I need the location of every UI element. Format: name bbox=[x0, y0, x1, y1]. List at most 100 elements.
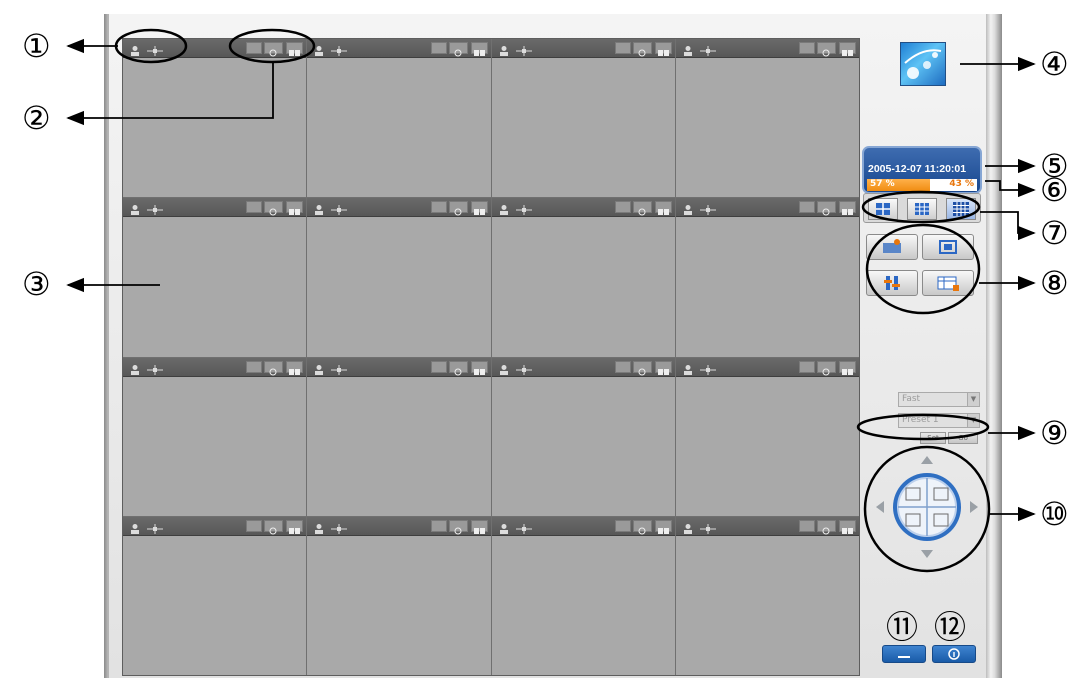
ptz-preset-select[interactable]: Preset 1 ▼ bbox=[898, 413, 980, 428]
ptz-arrows-icon[interactable] bbox=[330, 201, 348, 216]
status-icon[interactable] bbox=[246, 42, 263, 54]
status-icon[interactable] bbox=[430, 201, 447, 214]
split-view-icon[interactable] bbox=[654, 519, 672, 534]
status-icon[interactable] bbox=[246, 360, 263, 373]
ptz-arrows-icon[interactable] bbox=[146, 201, 164, 216]
settings-button[interactable] bbox=[866, 270, 918, 296]
person-icon[interactable] bbox=[129, 361, 141, 375]
status-icon[interactable] bbox=[246, 201, 263, 214]
status-icon[interactable] bbox=[430, 42, 447, 54]
person-icon[interactable] bbox=[498, 361, 510, 375]
ptz-arrows-icon[interactable] bbox=[330, 42, 348, 56]
person-icon[interactable] bbox=[682, 361, 694, 375]
split-view-icon[interactable] bbox=[839, 42, 856, 56]
capture-icon[interactable] bbox=[264, 360, 284, 375]
ptz-speed-select[interactable]: Fast ▼ bbox=[898, 392, 980, 407]
ptz-arrows-icon[interactable] bbox=[330, 361, 348, 375]
split-view-icon[interactable] bbox=[470, 42, 488, 56]
status-icon[interactable] bbox=[246, 519, 263, 532]
camera-view[interactable] bbox=[675, 198, 859, 357]
capture-icon[interactable] bbox=[448, 360, 468, 375]
ptz-arrows-icon[interactable] bbox=[699, 520, 717, 534]
record-button[interactable] bbox=[866, 234, 918, 260]
layout-16-button[interactable] bbox=[946, 198, 976, 220]
capture-icon[interactable] bbox=[817, 519, 836, 535]
camera-view[interactable] bbox=[675, 357, 859, 516]
camera-view[interactable] bbox=[307, 198, 491, 357]
camera-view[interactable] bbox=[675, 516, 859, 675]
person-icon[interactable] bbox=[682, 520, 694, 534]
split-view-icon[interactable] bbox=[839, 201, 856, 216]
preset-go-button[interactable]: Go bbox=[948, 432, 978, 444]
playback-button[interactable] bbox=[922, 270, 974, 296]
person-icon[interactable] bbox=[498, 201, 510, 216]
minimize-button[interactable] bbox=[882, 645, 926, 663]
preset-set-button[interactable]: Set bbox=[920, 432, 946, 444]
logo-button[interactable] bbox=[900, 42, 946, 86]
status-icon[interactable] bbox=[614, 519, 631, 532]
capture-icon[interactable] bbox=[448, 201, 468, 216]
split-view-icon[interactable] bbox=[654, 201, 672, 216]
capture-icon[interactable] bbox=[632, 519, 652, 535]
camera-view[interactable] bbox=[491, 39, 675, 198]
person-icon[interactable] bbox=[129, 42, 141, 56]
ptz-arrows-icon[interactable] bbox=[699, 201, 717, 216]
fullscreen-button[interactable] bbox=[922, 234, 974, 260]
status-icon[interactable] bbox=[614, 201, 631, 214]
split-view-icon[interactable] bbox=[654, 42, 672, 56]
person-icon[interactable] bbox=[498, 42, 510, 56]
split-view-icon[interactable] bbox=[839, 519, 856, 534]
status-icon[interactable] bbox=[614, 42, 631, 54]
camera-view[interactable] bbox=[491, 357, 675, 516]
ptz-arrows-icon[interactable] bbox=[515, 201, 533, 216]
ptz-arrows-icon[interactable] bbox=[515, 361, 533, 375]
camera-view[interactable] bbox=[123, 516, 307, 675]
ptz-arrows-icon[interactable] bbox=[515, 520, 533, 534]
capture-icon[interactable] bbox=[264, 201, 284, 216]
camera-view[interactable] bbox=[123, 357, 307, 516]
person-icon[interactable] bbox=[313, 520, 325, 534]
person-icon[interactable] bbox=[313, 361, 325, 375]
ptz-arrows-icon[interactable] bbox=[146, 361, 164, 375]
status-icon[interactable] bbox=[430, 519, 447, 532]
split-view-icon[interactable] bbox=[470, 201, 488, 216]
ptz-arrows-icon[interactable] bbox=[146, 520, 164, 534]
capture-icon[interactable] bbox=[632, 360, 652, 375]
camera-view[interactable] bbox=[307, 357, 491, 516]
capture-icon[interactable] bbox=[817, 201, 836, 216]
split-view-icon[interactable] bbox=[286, 519, 304, 534]
ptz-arrows-icon[interactable] bbox=[515, 42, 533, 56]
camera-view[interactable] bbox=[675, 39, 859, 198]
camera-view[interactable] bbox=[491, 516, 675, 675]
camera-view[interactable] bbox=[491, 198, 675, 357]
layout-4-button[interactable] bbox=[868, 198, 898, 220]
person-icon[interactable] bbox=[313, 201, 325, 216]
split-view-icon[interactable] bbox=[470, 519, 488, 534]
person-icon[interactable] bbox=[129, 201, 141, 216]
person-icon[interactable] bbox=[498, 520, 510, 534]
capture-icon[interactable] bbox=[817, 42, 836, 57]
capture-icon[interactable] bbox=[448, 42, 468, 57]
ptz-arrows-icon[interactable] bbox=[330, 520, 348, 534]
person-icon[interactable] bbox=[313, 42, 325, 56]
status-icon[interactable] bbox=[430, 360, 447, 373]
split-view-icon[interactable] bbox=[286, 360, 304, 375]
status-icon[interactable] bbox=[799, 360, 815, 373]
person-icon[interactable] bbox=[129, 520, 141, 534]
capture-icon[interactable] bbox=[817, 360, 836, 375]
status-icon[interactable] bbox=[614, 360, 631, 373]
split-view-icon[interactable] bbox=[286, 201, 304, 216]
camera-view[interactable] bbox=[307, 39, 491, 198]
ptz-arrows-icon[interactable] bbox=[699, 361, 717, 375]
capture-icon[interactable] bbox=[264, 42, 284, 57]
camera-view[interactable] bbox=[123, 39, 307, 198]
person-icon[interactable] bbox=[682, 42, 694, 56]
camera-view[interactable] bbox=[307, 516, 491, 675]
split-view-icon[interactable] bbox=[839, 360, 856, 375]
layout-9-button[interactable] bbox=[907, 198, 937, 220]
ptz-arrows-icon[interactable] bbox=[146, 42, 164, 56]
ptz-arrows-icon[interactable] bbox=[699, 42, 717, 56]
split-view-icon[interactable] bbox=[654, 360, 672, 375]
split-view-icon[interactable] bbox=[286, 42, 304, 56]
camera-view[interactable] bbox=[123, 198, 307, 357]
